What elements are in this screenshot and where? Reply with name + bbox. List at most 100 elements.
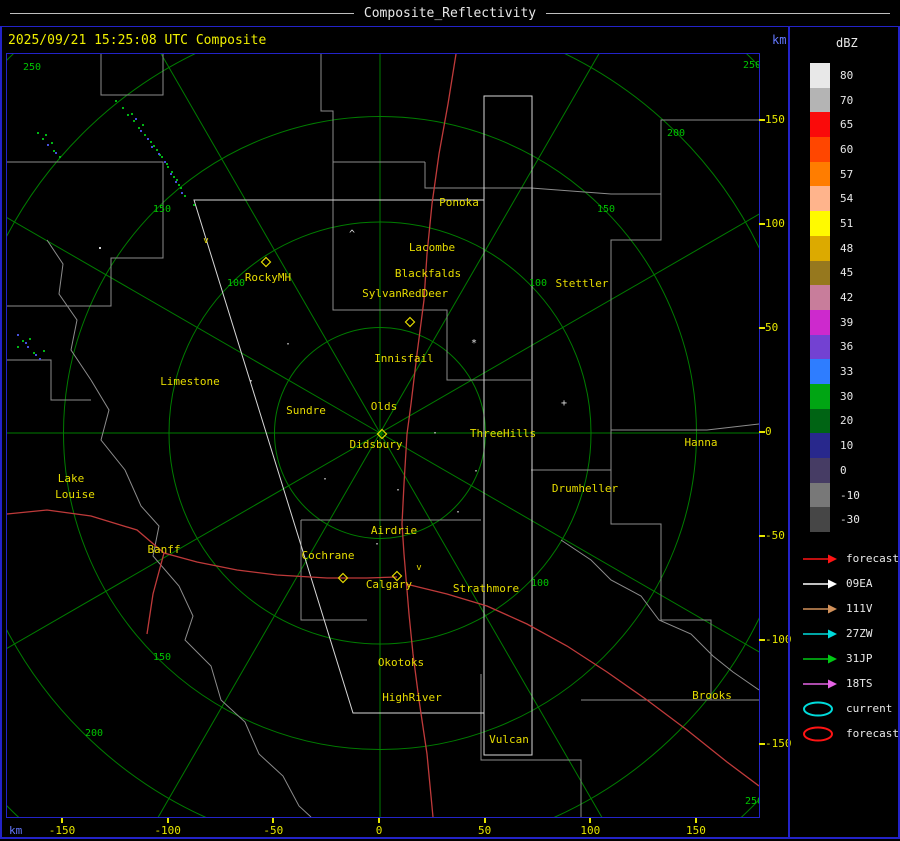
echo-green (178, 184, 180, 186)
colorbar-value-label: 80 (840, 68, 854, 82)
legend-label: forecast (846, 552, 899, 565)
colorbar-value-label: -30 (840, 513, 860, 527)
city-label: Sylvan (362, 287, 402, 300)
colorbar-swatch (810, 211, 830, 236)
range-ring-label: 150 (153, 204, 171, 215)
range-ring-label: 150 (153, 652, 171, 663)
echo-green (45, 134, 47, 136)
echo-green (150, 141, 152, 143)
range-ring-label: 250 (743, 60, 759, 71)
city-label: Sundre (286, 404, 326, 417)
bottom-axis-tick (272, 818, 275, 823)
colorbar-row: 60 (810, 137, 860, 162)
city-label: Cochrane (302, 549, 355, 562)
arrow-glyph (803, 554, 837, 563)
city-label: HighRiver (382, 691, 442, 704)
ellipse-outline (803, 726, 833, 741)
colorbar-row: 70 (810, 87, 860, 113)
echo-green (115, 100, 117, 102)
city-label: Strathmore (453, 582, 519, 595)
echo-blue (158, 153, 160, 155)
city-label: Lake (58, 472, 85, 485)
echo-green (59, 156, 61, 158)
colorbar-swatch (810, 482, 830, 508)
echo-blue (39, 358, 41, 360)
frame-left (0, 27, 2, 838)
map-symbol: · (432, 428, 438, 439)
echo-blue (147, 138, 149, 140)
city-label: Vulcan (489, 733, 529, 746)
map-symbol: · (374, 539, 380, 550)
colorbar-row: 30 (810, 383, 860, 409)
colorbar-value-label: 0 (840, 463, 847, 477)
echo-green (43, 350, 45, 352)
colorbar-value-label: 70 (840, 93, 854, 107)
bottom-axis-label: 150 (686, 824, 706, 837)
city-label: Okotoks (378, 656, 424, 669)
track-arrow-icon (802, 601, 840, 617)
legend-row: 31JP (802, 646, 899, 671)
arrow-glyph (803, 629, 837, 638)
bottom-axis-tick (166, 818, 169, 823)
range-ring-label: 150 (597, 204, 615, 215)
sidebar: dBZ 80 70 65 60 57 54 51 48 45 42 39 36 33 30 20 10 0 -10… (792, 27, 900, 838)
colorbar-row: 10 (810, 433, 860, 458)
legend-row: 111V (802, 596, 899, 621)
title-rule-left (10, 13, 354, 14)
arrow-head (828, 679, 837, 688)
arrow-glyph (803, 679, 837, 688)
map-symbol: · (473, 466, 479, 477)
echo-green (33, 352, 35, 354)
arrow-glyph (803, 604, 837, 613)
colorbar-value-label: 20 (840, 414, 854, 428)
map-symbol: ^ (349, 229, 355, 240)
colorbar-row: 65 (810, 112, 860, 138)
colorbar-value-label: 30 (840, 389, 854, 403)
bottom-axis-tick (378, 818, 380, 823)
city-label: Drumheller (552, 482, 619, 495)
right-axis-label: 50 (765, 321, 779, 334)
legend-label: forecast (846, 727, 899, 740)
radar-map-canvas[interactable]: 250 250 200 150 150 100 100 150 100 200 250 v v ^ * +… (7, 54, 759, 817)
echo-green (142, 124, 144, 126)
legend-row: 27ZW (802, 621, 899, 646)
colorbar-swatch (810, 408, 830, 434)
city-label: Airdrie (371, 524, 417, 537)
colorbar-swatch (810, 383, 830, 409)
right-axis-label: 100 (765, 217, 785, 230)
radar-site-marker (404, 316, 416, 328)
ellipse-glyph (803, 701, 833, 716)
echo-green (180, 187, 182, 189)
city-label: Blackfalds (395, 267, 461, 280)
echo-green (167, 166, 169, 168)
right-axis-label: 150 (765, 113, 785, 126)
colorbar-row: 39 (810, 309, 860, 335)
city-label: Lacombe (409, 241, 455, 254)
echo-green (37, 132, 39, 134)
arrow-head (828, 604, 837, 613)
map-symbol: · (248, 376, 254, 387)
colorbar-swatch (810, 63, 830, 88)
colorbar-value-label: 45 (840, 266, 854, 280)
echo-blue (175, 181, 177, 183)
title-bar: Composite_Reflectivity (0, 0, 900, 27)
legend-row: 18TS (802, 671, 899, 696)
arrow-glyph (803, 579, 837, 588)
city-label: Banff (147, 543, 180, 556)
colorbar-value-label: 57 (840, 167, 854, 181)
check-marker: v (203, 236, 208, 246)
frame-top-divider (0, 26, 900, 27)
track-arrow-icon (802, 626, 840, 642)
timestamp-label: 2025/09/21 15:25:08 UTC Composite (8, 33, 267, 48)
city-label: Olds (371, 400, 398, 413)
colorbar-value-label: 36 (840, 340, 854, 354)
colorbar-value-label: 33 (840, 365, 854, 379)
colorbar-value-label: 10 (840, 439, 854, 453)
echo-blue (135, 118, 137, 120)
bottom-axis-label: -150 (48, 824, 76, 837)
track-arrow-icon (802, 551, 840, 567)
bottom-axis-tick (589, 818, 592, 823)
city-labels: Ponoka Lacombe Blackfalds RedDeerSylvan Rock… (55, 196, 732, 746)
colorbar-value-label: 42 (840, 291, 854, 305)
echo-blue (25, 342, 27, 344)
